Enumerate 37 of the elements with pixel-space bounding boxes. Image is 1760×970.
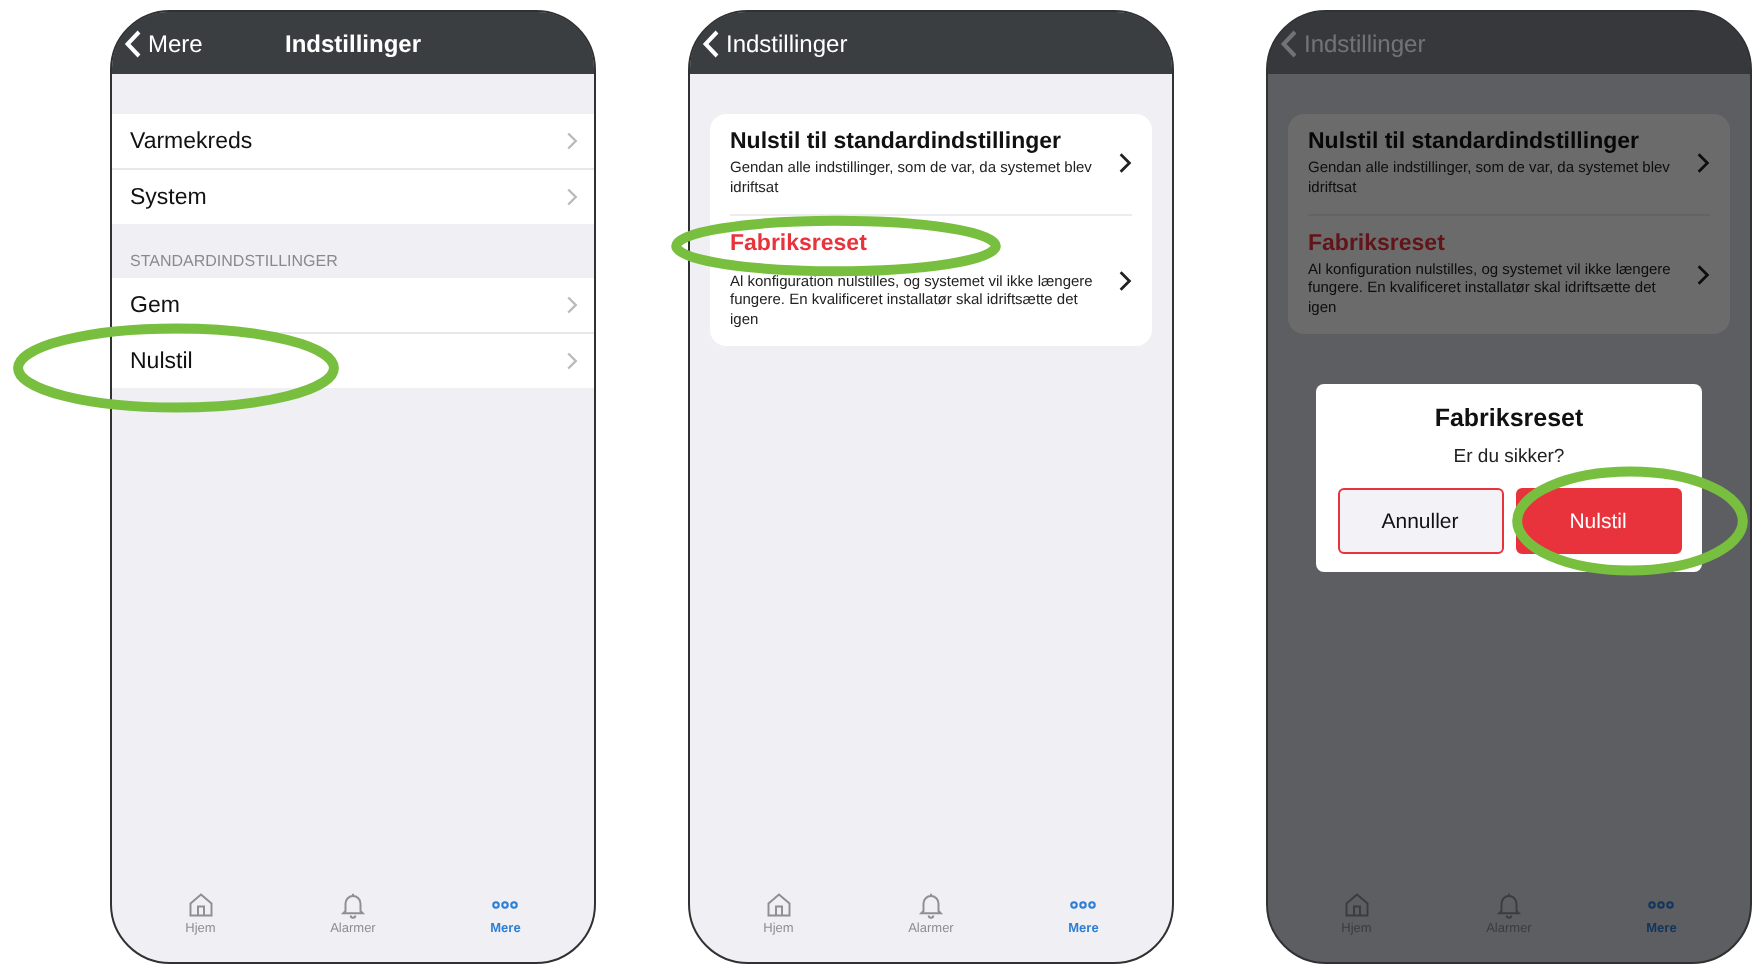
- bell-icon: [337, 890, 368, 920]
- bell-icon: [1493, 890, 1524, 920]
- chevron-right-icon: [566, 188, 578, 206]
- chevron-right-icon: [1696, 152, 1710, 175]
- option-title[interactable]: Nulstil til standardindstillinger: [730, 130, 1098, 154]
- bell-icon: [915, 890, 946, 920]
- home-icon: [763, 890, 794, 920]
- chevron-right-icon: [1696, 263, 1710, 286]
- chevron-right-icon: [1118, 152, 1132, 175]
- settings-row[interactable]: Varmekreds: [112, 114, 594, 170]
- back-button[interactable]: Mere: [112, 27, 215, 59]
- cancel-button[interactable]: Annuller: [1337, 488, 1503, 554]
- row-label: Varmekreds: [130, 129, 253, 153]
- option-title[interactable]: Nulstil til standardindstillinger: [1308, 130, 1676, 154]
- chevron-left-icon: [124, 29, 142, 57]
- dialog-title: Fabriksreset: [1434, 404, 1584, 432]
- settings-row[interactable]: Gem: [112, 278, 594, 334]
- nav-title: Indstillinger: [284, 29, 421, 57]
- chevron-right-icon: [566, 352, 578, 370]
- option-title[interactable]: Fabriksreset: [730, 231, 1098, 255]
- home-icon: [185, 890, 216, 920]
- chevron-right-icon: [566, 296, 578, 314]
- chevron-right-icon: [1118, 269, 1132, 292]
- option-title[interactable]: Fabriksreset: [1308, 231, 1676, 255]
- chevron-left-icon: [702, 29, 720, 57]
- confirm-button[interactable]: Nulstil: [1515, 488, 1681, 554]
- dialog-message: Er du sikker?: [1453, 446, 1565, 468]
- settings-row[interactable]: System: [112, 170, 594, 224]
- row-label: Gem: [130, 293, 180, 317]
- section-header: STANDARDINDSTILLINGER: [128, 250, 340, 274]
- settings-row[interactable]: Nulstil: [112, 334, 594, 388]
- chevron-right-icon: [566, 132, 578, 150]
- row-label: Nulstil: [130, 349, 193, 373]
- chevron-left-icon: [1280, 29, 1298, 57]
- back-button[interactable]: Indstillinger: [690, 27, 860, 59]
- home-icon: [1341, 890, 1372, 920]
- row-label: System: [130, 185, 207, 209]
